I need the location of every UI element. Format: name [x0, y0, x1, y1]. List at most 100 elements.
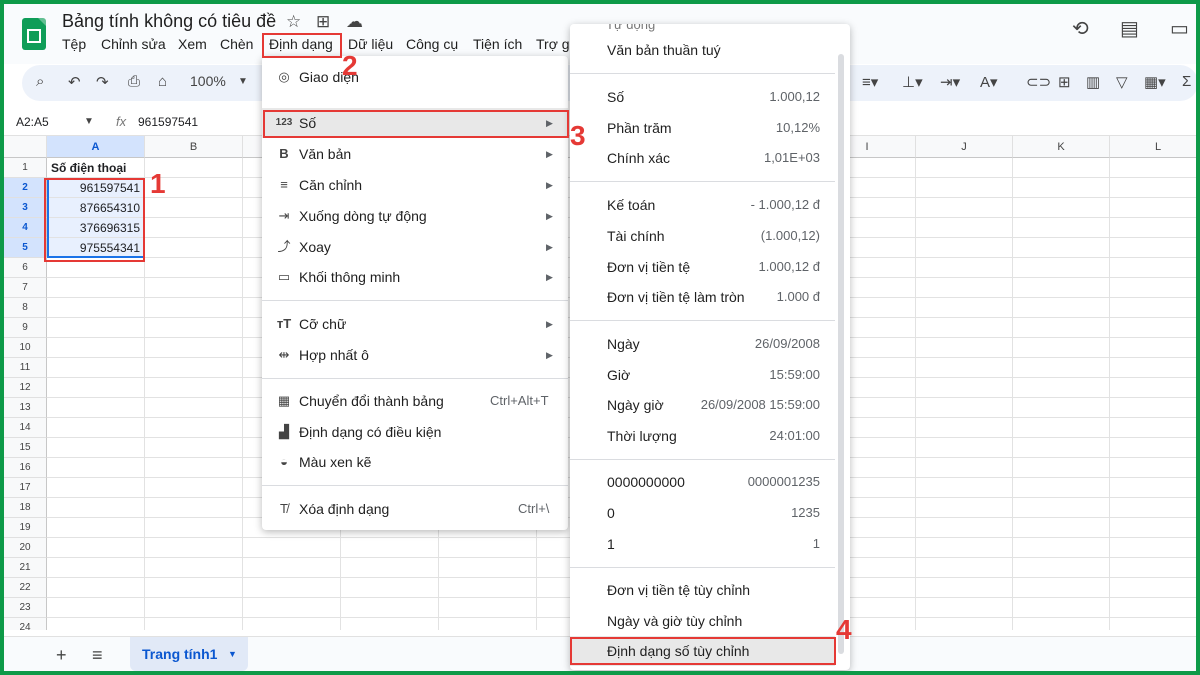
grid-cell[interactable] [1013, 338, 1110, 358]
grid-cell[interactable] [439, 578, 537, 598]
chevron-down-icon[interactable]: ▼ [238, 76, 248, 87]
grid-cell[interactable] [1013, 558, 1110, 578]
grid-cell[interactable] [145, 378, 243, 398]
grid-cell[interactable] [145, 578, 243, 598]
grid-cell[interactable] [916, 278, 1013, 298]
grid-cell[interactable] [145, 558, 243, 578]
sheets-logo-icon[interactable] [22, 18, 46, 50]
cell-a1[interactable]: Số điện thoại [47, 158, 145, 178]
row-header[interactable]: 2 [4, 178, 47, 198]
grid-cell[interactable] [1110, 458, 1196, 478]
valign-icon[interactable]: ⊥▾ [902, 73, 923, 91]
menu-view[interactable]: Xem [178, 36, 207, 52]
add-sheet-icon[interactable]: + [56, 645, 67, 666]
functions-icon[interactable]: Σ [1182, 73, 1191, 90]
grid-cell[interactable] [916, 338, 1013, 358]
menu-file[interactable]: Tệp [62, 36, 86, 52]
grid-cell[interactable] [145, 498, 243, 518]
menu-item-alignment[interactable]: ≡ Căn chỉnh ▶ [262, 170, 568, 200]
menu-format[interactable]: Định dạng [269, 36, 333, 52]
submenu-item-integer[interactable]: 0 1235 [570, 498, 830, 528]
grid-cell[interactable] [439, 558, 537, 578]
grid-cell[interactable] [1110, 478, 1196, 498]
grid-cell[interactable] [47, 298, 145, 318]
grid-cell[interactable] [47, 398, 145, 418]
grid-cell[interactable] [243, 578, 341, 598]
menu-extensions[interactable]: Tiện ích [473, 36, 522, 52]
grid-cell[interactable] [1013, 238, 1110, 258]
name-box[interactable]: A2:A5 [16, 115, 49, 129]
grid-cell[interactable] [1110, 438, 1196, 458]
grid-cell[interactable] [916, 198, 1013, 218]
row-header[interactable]: 9 [4, 318, 47, 338]
meet-icon[interactable]: ▭ [1170, 16, 1189, 41]
print-icon[interactable]: ⎙ [128, 73, 140, 90]
grid-cell[interactable] [1110, 258, 1196, 278]
menu-item-wrapping[interactable]: ⇥ Xuống dòng tự động ▶ [262, 201, 568, 231]
grid-cell[interactable] [916, 498, 1013, 518]
grid-cell[interactable] [1013, 298, 1110, 318]
row-header[interactable]: 12 [4, 378, 47, 398]
grid-cell[interactable] [145, 618, 243, 630]
grid-cell[interactable] [916, 258, 1013, 278]
grid-cell[interactable] [916, 418, 1013, 438]
column-header-l[interactable]: L [1110, 136, 1196, 158]
grid-cell[interactable] [1110, 318, 1196, 338]
row-header[interactable]: 1 [4, 158, 47, 178]
chevron-down-icon[interactable]: ▼ [84, 116, 94, 127]
submenu-item-custom-datetime[interactable]: Ngày và giờ tùy chỉnh [570, 606, 830, 636]
grid-cell[interactable] [47, 558, 145, 578]
submenu-item-plain-text[interactable]: Văn bản thuần tuý [570, 35, 830, 65]
submenu-item-date[interactable]: Ngày 26/09/2008 [570, 329, 830, 359]
submenu-item-time[interactable]: Giờ 15:59:00 [570, 360, 830, 390]
row-header[interactable]: 6 [4, 258, 47, 278]
row-header[interactable]: 24 [4, 618, 47, 630]
grid-cell[interactable] [1110, 398, 1196, 418]
submenu-scrollbar[interactable] [838, 54, 844, 654]
row-header[interactable]: 14 [4, 418, 47, 438]
grid-cell[interactable] [47, 338, 145, 358]
move-folder-icon[interactable]: ⊞ [316, 12, 330, 32]
grid-cell[interactable] [145, 198, 243, 218]
grid-cell[interactable] [916, 398, 1013, 418]
grid-cell[interactable] [1013, 258, 1110, 278]
grid-cell[interactable] [1110, 298, 1196, 318]
sheet-tab-active[interactable]: Trang tính1 ▼ [130, 637, 248, 671]
all-sheets-icon[interactable]: ≡ [92, 645, 103, 666]
grid-cell[interactable] [1013, 538, 1110, 558]
grid-cell[interactable] [916, 358, 1013, 378]
grid-cell[interactable] [243, 538, 341, 558]
grid-cell[interactable] [916, 438, 1013, 458]
row-header[interactable]: 18 [4, 498, 47, 518]
grid-cell[interactable] [916, 578, 1013, 598]
grid-cell[interactable] [1110, 518, 1196, 538]
grid-cell[interactable] [145, 238, 243, 258]
grid-cell[interactable] [243, 618, 341, 630]
submenu-item-custom-number[interactable]: Định dạng số tùy chỉnh [570, 636, 835, 666]
menu-help[interactable]: Trợ g [536, 36, 570, 52]
zoom-select[interactable]: 100% [190, 73, 226, 89]
grid-cell[interactable] [916, 518, 1013, 538]
submenu-item-datetime[interactable]: Ngày giờ 26/09/2008 15:59:00 [570, 390, 830, 420]
select-all-corner[interactable] [4, 136, 47, 158]
document-title[interactable]: Bảng tính không có tiêu đề [62, 11, 276, 32]
grid-cell[interactable] [1110, 538, 1196, 558]
grid-cell[interactable] [145, 318, 243, 338]
row-header[interactable]: 3 [4, 198, 47, 218]
grid-cell[interactable] [1013, 318, 1110, 338]
submenu-item-percent[interactable]: Phần trăm 10,12% [570, 113, 830, 143]
column-header-k[interactable]: K [1013, 136, 1110, 158]
redo-icon[interactable]: ↷ [96, 73, 109, 91]
grid-cell[interactable] [916, 318, 1013, 338]
row-header[interactable]: 13 [4, 398, 47, 418]
grid-cell[interactable] [1110, 218, 1196, 238]
insert-chart-icon[interactable]: ▥ [1086, 73, 1100, 91]
paint-format-icon[interactable]: ⌂ [158, 73, 167, 90]
grid-cell[interactable] [916, 218, 1013, 238]
grid-cell[interactable] [916, 378, 1013, 398]
grid-cell[interactable] [1110, 338, 1196, 358]
grid-cell[interactable] [439, 538, 537, 558]
submenu-item-scientific[interactable]: Chính xác 1,01E+03 [570, 143, 830, 173]
grid-cell[interactable] [145, 418, 243, 438]
grid-cell[interactable] [1013, 198, 1110, 218]
